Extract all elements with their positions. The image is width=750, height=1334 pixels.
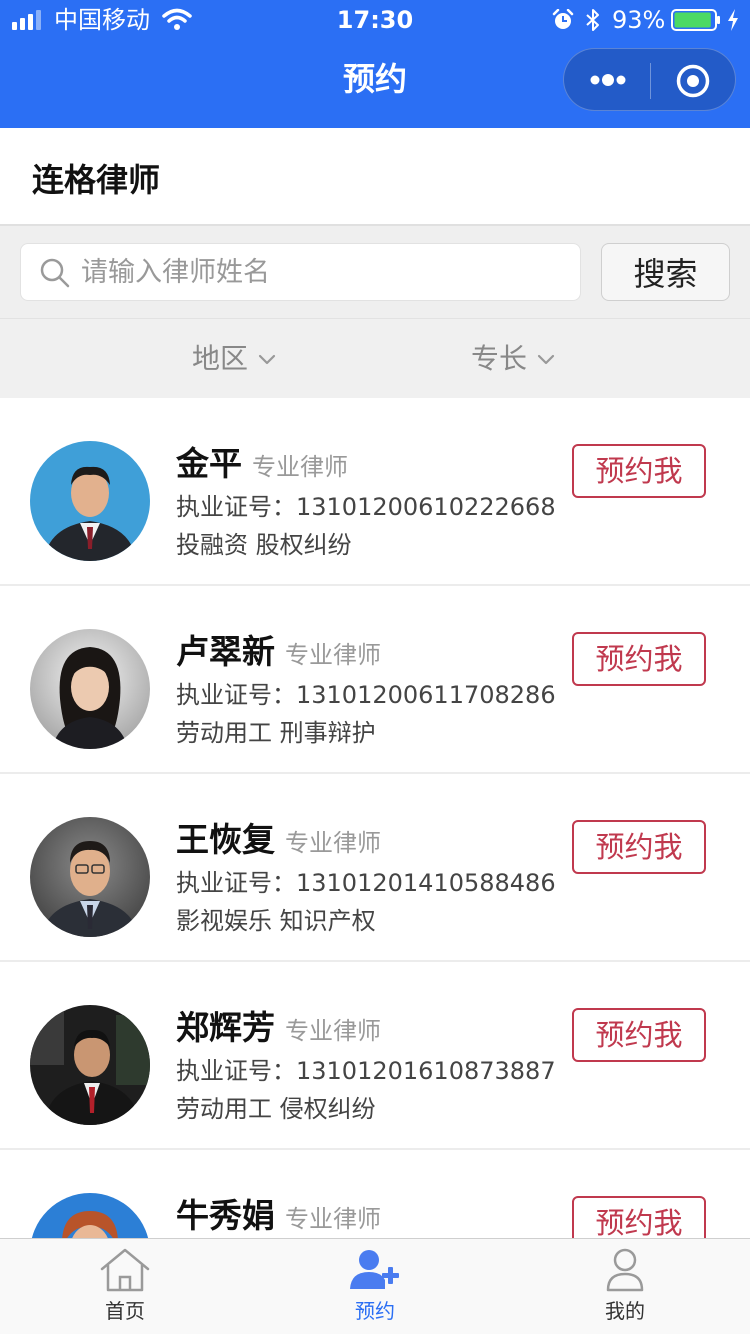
practice-areas: 投融资 股权纠纷 — [176, 531, 352, 559]
lawyer-card[interactable]: 卢翠新 专业律师 执业证号：13101200611708286 劳动用工 刑事辩护… — [0, 586, 750, 774]
lawyer-name-text: 卢翠新 — [176, 632, 275, 671]
practice-areas: 影视娱乐 知识产权 — [176, 907, 376, 935]
license-number: 执业证号：13101200610222668 — [176, 490, 556, 524]
lawyer-name: 郑辉芳 专业律师 — [176, 1006, 381, 1053]
book-button[interactable]: 预约我 — [572, 444, 706, 498]
lawyer-avatar — [30, 1005, 150, 1125]
license-number: 执业证号：13101200611708286 — [176, 678, 556, 712]
bluetooth-icon — [586, 9, 599, 31]
tab-home[interactable]: 首页 — [0, 1239, 250, 1334]
lawyer-name-text: 王恢复 — [176, 820, 275, 859]
filter-region-label: 地区 — [192, 342, 249, 375]
filter-bar: 地区 专长 — [0, 318, 750, 398]
lawyer-avatar — [30, 441, 150, 561]
lawyer-name: 牛秀娟 专业律师 — [176, 1194, 381, 1238]
lawyer-card[interactable]: 郑辉芳 专业律师 执业证号：13101201610873887 劳动用工 侵权纠纷… — [0, 962, 750, 1150]
lawyer-title: 专业律师 — [285, 829, 381, 857]
lawyer-name: 金平 专业律师 — [176, 442, 348, 489]
license-label: 执业证号： — [176, 869, 296, 897]
battery-percent: 93% — [612, 6, 666, 34]
more-icon[interactable] — [588, 67, 628, 93]
lawyer-name: 王恢复 专业律师 — [176, 818, 381, 865]
lawyer-name-text: 金平 — [176, 444, 242, 483]
tab-booking[interactable]: 预约 — [250, 1239, 500, 1334]
tab-bar: 首页 预约 我的 — [0, 1238, 750, 1334]
filter-region[interactable]: 地区 — [192, 337, 276, 381]
search-icon — [40, 258, 70, 288]
license-value: 13101200610222668 — [296, 493, 556, 521]
capsule-divider — [650, 63, 651, 99]
search-button[interactable]: 搜索 — [601, 243, 730, 301]
lawyer-card[interactable]: 金平 专业律师 执业证号：13101200610222668 投融资 股权纠纷 预… — [0, 398, 750, 586]
add-user-icon — [350, 1250, 399, 1289]
status-bar: 中国移动 17:30 93% — [0, 0, 750, 40]
practice-areas: 劳动用工 刑事辩护 — [176, 719, 376, 747]
filter-specialty-label: 专长 — [471, 342, 528, 375]
tab-booking-label: 预约 — [355, 1299, 395, 1323]
charging-icon — [728, 9, 738, 31]
lawyer-title: 专业律师 — [252, 453, 348, 481]
book-button[interactable]: 预约我 — [572, 1196, 706, 1238]
miniprogram-capsule — [563, 48, 736, 111]
chevron-down-icon — [258, 354, 276, 365]
tab-mine[interactable]: 我的 — [500, 1239, 750, 1334]
lawyer-title: 专业律师 — [285, 641, 381, 669]
alarm-icon — [552, 9, 574, 29]
lawyer-title: 专业律师 — [285, 1205, 381, 1233]
license-value: 13101200611708286 — [296, 681, 556, 709]
lawyer-avatar — [30, 629, 150, 749]
firm-name: 连格律师 — [32, 161, 161, 199]
close-miniprogram-icon[interactable] — [675, 63, 711, 99]
lawyer-card[interactable]: 王恢复 专业律师 执业证号：13101201410588486 影视娱乐 知识产权… — [0, 774, 750, 962]
filter-specialty[interactable]: 专长 — [471, 337, 555, 381]
tab-mine-label: 我的 — [605, 1299, 645, 1323]
lawyer-title: 专业律师 — [285, 1017, 381, 1045]
lawyer-card[interactable]: 牛秀娟 专业律师 预约我 — [0, 1150, 750, 1238]
license-label: 执业证号： — [176, 1057, 296, 1085]
license-label: 执业证号： — [176, 681, 296, 709]
home-icon — [100, 1248, 150, 1292]
lawyer-list: 金平 专业律师 执业证号：13101200610222668 投融资 股权纠纷 预… — [0, 398, 750, 1238]
lawyer-avatar — [30, 817, 150, 937]
search-box[interactable] — [20, 243, 581, 301]
license-value: 13101201410588486 — [296, 869, 556, 897]
lawyer-avatar — [30, 1193, 150, 1238]
battery-icon — [671, 9, 720, 31]
book-button[interactable]: 预约我 — [572, 820, 706, 874]
license-label: 执业证号： — [176, 493, 296, 521]
top-bar: 中国移动 17:30 93% 预约 — [0, 0, 750, 128]
lawyer-name-text: 郑辉芳 — [176, 1008, 275, 1047]
lawyer-name-text: 牛秀娟 — [176, 1196, 275, 1235]
search-bar: 搜索 — [0, 226, 750, 318]
tab-home-label: 首页 — [105, 1299, 145, 1323]
lawyer-name: 卢翠新 专业律师 — [176, 630, 381, 677]
license-number: 执业证号：13101201610873887 — [176, 1054, 556, 1088]
book-button[interactable]: 预约我 — [572, 1008, 706, 1062]
book-button[interactable]: 预约我 — [572, 632, 706, 686]
firm-header: 连格律师 — [0, 128, 750, 226]
chevron-down-icon — [537, 354, 555, 365]
user-icon — [606, 1248, 644, 1292]
license-number: 执业证号：13101201410588486 — [176, 866, 556, 900]
license-value: 13101201610873887 — [296, 1057, 556, 1085]
practice-areas: 劳动用工 侵权纠纷 — [176, 1095, 376, 1123]
search-input[interactable] — [81, 244, 571, 300]
